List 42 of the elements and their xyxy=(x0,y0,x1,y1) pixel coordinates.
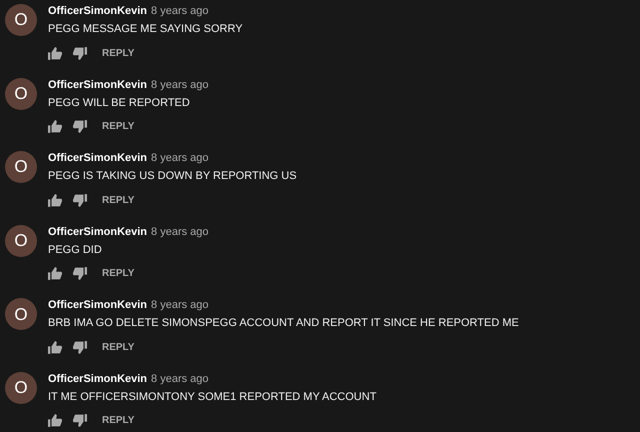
avatar: O xyxy=(5,298,37,330)
author-name[interactable]: OfficerSimonKevin xyxy=(48,4,148,18)
reply-button[interactable]: REPLY xyxy=(102,119,134,134)
reply-button[interactable]: REPLY xyxy=(102,192,134,208)
comment-text: PEGG WILL BE REPORTED xyxy=(48,96,191,110)
avatar: O xyxy=(5,372,37,404)
comment-time[interactable]: 8 years ago xyxy=(151,78,209,92)
thumbs-down-icon[interactable] xyxy=(73,120,87,134)
thumbs-up-icon[interactable] xyxy=(48,267,62,280)
thumbs-up-icon[interactable] xyxy=(48,194,62,207)
comment-text: PEGG MESSAGE ME SAYING SORRY xyxy=(48,22,243,36)
avatar: O xyxy=(5,224,37,257)
author-name[interactable]: OfficerSimonKevin xyxy=(48,78,148,92)
thumbs-down-icon[interactable] xyxy=(73,414,87,428)
author-name[interactable]: OfficerSimonKevin xyxy=(48,298,148,312)
thumbs-up-icon[interactable] xyxy=(48,340,62,354)
comment-time[interactable]: 8 years ago xyxy=(151,151,209,166)
comment-time[interactable]: 8 years ago xyxy=(151,224,209,239)
avatar: O xyxy=(5,151,37,184)
reply-button[interactable]: REPLY xyxy=(102,413,134,428)
author-name[interactable]: OfficerSimonKevin xyxy=(48,224,148,239)
thumbs-down-icon[interactable] xyxy=(73,46,87,60)
thumbs-up-icon[interactable] xyxy=(48,414,62,428)
reply-button[interactable]: REPLY xyxy=(102,46,134,60)
thumbs-down-icon[interactable] xyxy=(73,340,87,354)
reply-button[interactable]: REPLY xyxy=(102,340,134,355)
avatar: O xyxy=(5,78,37,110)
thumbs-up-icon[interactable] xyxy=(48,46,62,60)
comment-text: PEGG IS TAKING US DOWN BY REPORTING US xyxy=(48,169,297,184)
thumbs-up-icon[interactable] xyxy=(48,120,62,134)
comment-time[interactable]: 8 years ago xyxy=(151,372,209,386)
author-name[interactable]: OfficerSimonKevin xyxy=(48,372,148,386)
comment-text: PEGG DID xyxy=(48,242,103,257)
reply-button[interactable]: REPLY xyxy=(102,266,134,282)
author-name[interactable]: OfficerSimonKevin xyxy=(48,151,148,166)
comment-text: IT ME OFFICERSIMONTONY SOME1 REPORTED MY ACCOUNT xyxy=(48,390,376,404)
comment-text: BRB IMA GO DELETE SIMONSPEGG ACCOUNT AND REPORT IT SINCE HE REPORTED ME xyxy=(48,316,519,330)
thumbs-down-icon[interactable] xyxy=(73,267,87,280)
comment-time[interactable]: 8 years ago xyxy=(151,4,209,18)
avatar: O xyxy=(5,4,37,36)
thumbs-down-icon[interactable] xyxy=(73,194,87,207)
comment-time[interactable]: 8 years ago xyxy=(151,298,209,312)
